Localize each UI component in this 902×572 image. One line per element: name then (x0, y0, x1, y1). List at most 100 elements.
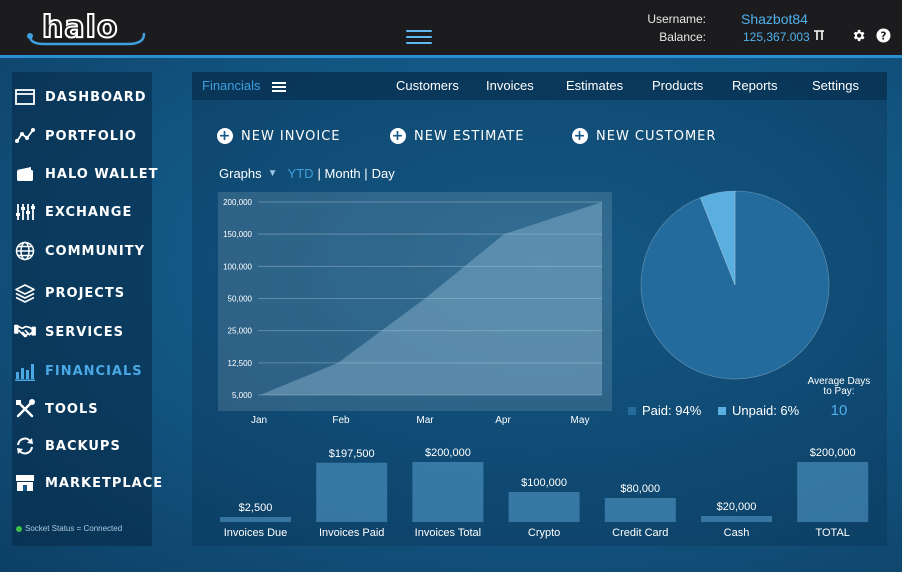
globe-icon (15, 241, 35, 261)
tab-products[interactable]: Products (652, 78, 703, 93)
sidebar-item-label: MARKETPLACE (45, 475, 164, 491)
bar[interactable] (508, 492, 580, 522)
socket-status-text: Socket Status = Connected (25, 524, 123, 533)
avg-days-label: Average Days to Pay: (806, 377, 872, 397)
tab-bar (192, 72, 887, 100)
y-tick-label: 100,000 (223, 262, 252, 271)
sidebar-item-exchange[interactable]: EXCHANGE (14, 200, 132, 224)
bar[interactable] (220, 517, 291, 522)
sidebar-item-projects[interactable]: PROJECTS (14, 281, 125, 305)
status-dot-icon (16, 525, 22, 532)
main-menu-icon[interactable] (406, 30, 432, 44)
range-ytd[interactable]: YTD (288, 166, 314, 181)
new-estimate-button[interactable]: + NEW ESTIMATE (390, 127, 524, 145)
bar-category-label: Credit Card (612, 527, 668, 539)
bar-category-label: Cash (724, 527, 750, 539)
bar-value-label: $200,000 (425, 447, 471, 459)
dashboard-icon (15, 89, 35, 105)
tab-estimates[interactable]: Estimates (566, 78, 623, 93)
sidebar-item-label: FINANCIALS (45, 363, 143, 379)
bar-value-label: $197,500 (329, 448, 375, 460)
sidebar-item-marketplace[interactable]: MARKETPLACE (14, 471, 163, 495)
payments-bar-chart: $2,500 Invoices Due $197,500 Invoices Paid $… (220, 447, 869, 539)
legend-swatch (628, 406, 636, 415)
sidebar-item-tools[interactable]: TOOLS (14, 397, 99, 421)
gear-icon[interactable] (851, 28, 866, 43)
sidebar-item-label: SERVICES (45, 324, 124, 340)
store-icon (16, 475, 34, 491)
top-bar-accent-line (0, 55, 902, 58)
bar-category-label: Invoices Paid (319, 527, 384, 539)
sidebar-item-label: TOOLS (45, 401, 99, 417)
help-icon[interactable]: ? (876, 28, 891, 43)
graphs-dropdown[interactable]: Graphs (219, 166, 262, 181)
range-month[interactable]: | Month | (318, 166, 368, 181)
bar-chart-icon (15, 364, 35, 381)
sidebar-item-backups[interactable]: BACKUPS (14, 434, 121, 458)
tab-invoices[interactable]: Invoices (486, 78, 534, 93)
sidebar-item-label: DASHBOARD (45, 89, 147, 105)
sidebar-item-portfolio[interactable]: PORTFOLIO (14, 124, 137, 148)
y-tick-label: 12,500 (228, 359, 253, 368)
tab-financials[interactable]: Financials (202, 78, 261, 93)
new-customer-button[interactable]: + NEW CUSTOMER (572, 127, 716, 145)
graph-controls: Graphs ▼ YTD | Month | Day (219, 166, 395, 181)
new-invoice-button[interactable]: + NEW INVOICE (217, 127, 341, 145)
revenue-area-chart: 5,000 12,500 25,000 50,000 100,000 150,000 200… (218, 192, 612, 426)
new-estimate-label: NEW ESTIMATE (414, 128, 525, 144)
legend-paid: Paid: 94% (628, 403, 701, 418)
y-tick-label: 25,000 (228, 327, 253, 336)
sidebar-item-community[interactable]: COMMUNITY (14, 239, 145, 263)
new-customer-label: NEW CUSTOMER (596, 128, 717, 144)
bar-value-label: $80,000 (620, 483, 660, 495)
balance-value: 125,367.003 (743, 30, 810, 44)
legend-swatch (718, 406, 726, 415)
y-tick-label: 150,000 (223, 230, 252, 239)
sidebar-item-financials[interactable]: FINANCIALS (14, 359, 143, 383)
bar-value-label: $200,000 (810, 447, 856, 459)
bar[interactable] (412, 462, 484, 522)
username-value[interactable]: Shazbot84 (741, 11, 808, 27)
sidebar-item-label: BACKUPS (45, 438, 121, 454)
x-tick-label: Jan (251, 415, 267, 426)
tab-customers[interactable]: Customers (396, 78, 459, 93)
refresh-icon (17, 437, 33, 455)
x-tick-label: Apr (495, 415, 511, 426)
range-day[interactable]: Day (372, 166, 395, 181)
balance-label: Balance: (659, 30, 706, 44)
bar-value-label: $100,000 (521, 477, 567, 489)
plus-icon: + (572, 128, 588, 144)
portfolio-icon (15, 128, 35, 143)
sidebar-item-services[interactable]: SERVICES (14, 320, 124, 344)
halo-logo[interactable]: halo (24, 8, 148, 46)
tab-reports[interactable]: Reports (732, 78, 778, 93)
x-tick-label: May (571, 415, 590, 426)
sidebar-item-label: PORTFOLIO (45, 128, 137, 144)
handshake-icon (14, 324, 36, 338)
bar-value-label: $20,000 (717, 501, 757, 513)
bar-value-label: $2,500 (239, 502, 273, 514)
legend-unpaid: Unpaid: 6% (718, 403, 799, 418)
bar-category-label: Invoices Total (415, 527, 481, 539)
username-label: Username: (647, 12, 706, 26)
sidebar-item-label: EXCHANGE (45, 204, 133, 220)
tools-icon (16, 399, 35, 418)
y-tick-label: 50,000 (228, 295, 253, 304)
sidebar-item-dashboard[interactable]: DASHBOARD (14, 85, 147, 109)
tab-settings[interactable]: Settings (812, 78, 859, 93)
tab-menu-icon[interactable] (272, 82, 286, 92)
bar[interactable] (604, 498, 676, 522)
sidebar-item-label: COMMUNITY (45, 243, 146, 259)
paid-unpaid-pie-chart (640, 190, 830, 380)
x-tick-label: Mar (416, 415, 434, 426)
bar[interactable] (797, 462, 869, 522)
chevron-down-icon[interactable]: ▼ (268, 168, 278, 179)
exchange-icon (16, 204, 35, 220)
halo-currency-icon (814, 30, 824, 40)
sidebar-item-halo-wallet[interactable]: HALO WALLET (14, 162, 158, 186)
bar[interactable] (701, 516, 772, 522)
wallet-icon (17, 167, 33, 181)
new-invoice-label: NEW INVOICE (241, 128, 341, 144)
plus-icon: + (217, 128, 233, 144)
bar[interactable] (316, 462, 388, 522)
